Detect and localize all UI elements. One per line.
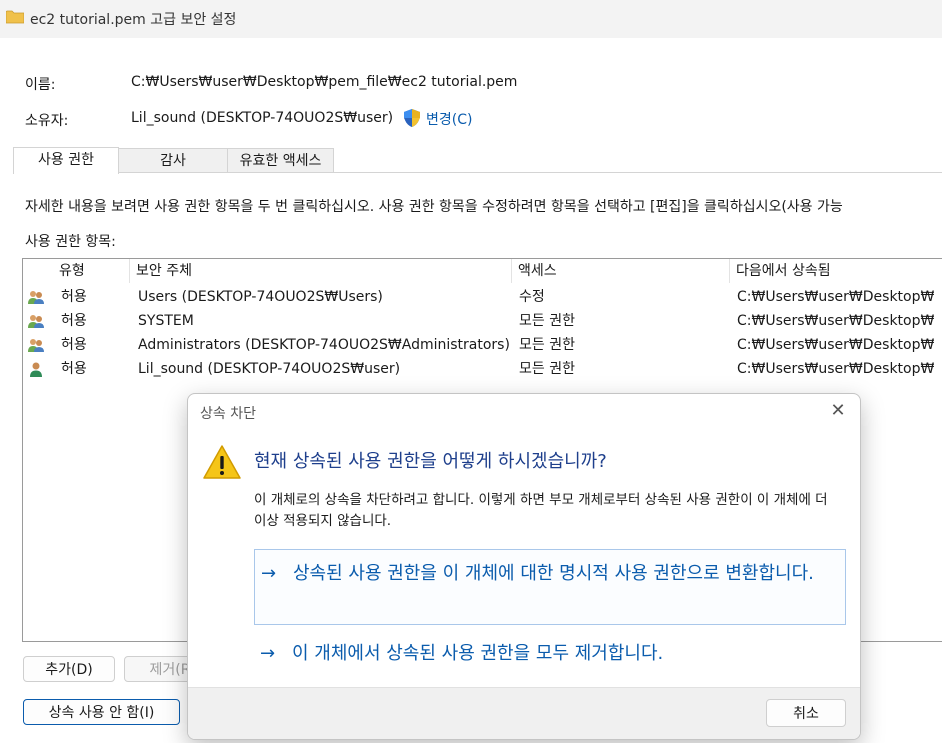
group-user-icon — [28, 291, 44, 304]
tab-permissions[interactable]: 사용 권한 — [13, 147, 119, 174]
folder-icon — [6, 10, 24, 24]
block-inheritance-dialog: 상속 차단 ✕ 현재 상속된 사용 권한을 어떻게 하시겠습니까? 이 개체로의… — [187, 393, 861, 740]
name-value: C:₩Users₩user₩Desktop₩pem_file₩ec2 tutor… — [131, 74, 518, 90]
entry-type: 허용 — [61, 361, 87, 377]
title-bar: ec2 tutorial.pem 고급 보안 설정 — [0, 0, 942, 38]
entry-type: 허용 — [61, 337, 87, 353]
table-row[interactable]: 허용 Administrators (DESKTOP-74OUO2S₩Admin… — [23, 333, 942, 357]
change-owner-link[interactable]: 변경(C) — [426, 109, 472, 129]
column-header-access[interactable]: 액세스 — [512, 259, 730, 283]
convert-permissions-option[interactable]: → 상속된 사용 권한을 이 개체에 대한 명시적 사용 권한으로 변환합니다. — [254, 549, 846, 625]
entry-principal: SYSTEM — [138, 313, 194, 329]
dialog-footer: 취소 — [188, 687, 860, 739]
instructions-text: 자세한 내용을 보려면 사용 권한 항목을 두 번 클릭하십시오. 사용 권한 … — [25, 199, 843, 215]
warning-icon — [203, 445, 241, 479]
entry-access: 수정 — [519, 289, 545, 305]
tab-auditing[interactable]: 감사 — [117, 148, 229, 173]
entry-principal: Lil_sound (DESKTOP-74OUO2S₩user) — [138, 361, 401, 377]
dialog-title: 상속 차단 — [200, 406, 256, 422]
remove-permissions-label: 이 개체에서 상속된 사용 권한을 모두 제거합니다. — [292, 643, 664, 664]
entries-label: 사용 권한 항목: — [25, 234, 116, 250]
group-user-icon — [28, 339, 44, 352]
convert-permissions-label: 상속된 사용 권한을 이 개체에 대한 명시적 사용 권한으로 변환합니다. — [293, 563, 814, 584]
uac-shield-icon — [404, 109, 420, 127]
entry-inherited-from: C:₩Users₩user₩Desktop₩ — [737, 337, 935, 353]
single-user-icon — [30, 362, 42, 377]
arrow-right-icon: → — [261, 563, 277, 584]
entry-access: 모든 권한 — [519, 361, 575, 377]
entry-principal: Administrators (DESKTOP-74OUO2S₩Administ… — [138, 337, 510, 353]
entry-inherited-from: C:₩Users₩user₩Desktop₩ — [737, 289, 935, 305]
arrow-right-icon: → — [260, 643, 276, 664]
entry-access: 모든 권한 — [519, 313, 575, 329]
owner-label: 소유자: — [25, 113, 69, 129]
group-user-icon — [28, 315, 44, 328]
dialog-body-text: 이 개체로의 상속을 차단하려고 합니다. 이렇게 하면 부모 개체로부터 상속… — [254, 492, 828, 529]
remove-permissions-option[interactable]: → 이 개체에서 상속된 사용 권한을 모두 제거합니다. — [254, 630, 846, 672]
table-row[interactable]: 허용 Users (DESKTOP-74OUO2S₩Users) 수정 C:₩U… — [23, 285, 942, 309]
dialog-heading: 현재 상속된 사용 권한을 어떻게 하시겠습니까? — [254, 451, 607, 472]
column-header-inherited-from[interactable]: 다음에서 상속됨 — [730, 259, 942, 283]
entry-access: 모든 권한 — [519, 337, 575, 353]
table-row[interactable]: 허용 SYSTEM 모든 권한 C:₩Users₩user₩Desktop₩ — [23, 309, 942, 333]
entry-type: 허용 — [61, 289, 87, 305]
entry-inherited-from: C:₩Users₩user₩Desktop₩ — [737, 313, 935, 329]
owner-value: Lil_sound (DESKTOP-74OUO2S₩user) — [131, 110, 394, 126]
add-button[interactable]: 추가(D) — [23, 656, 115, 682]
table-row[interactable]: 허용 Lil_sound (DESKTOP-74OUO2S₩user) 모든 권… — [23, 357, 942, 381]
column-header-type[interactable]: 유형 — [53, 259, 130, 283]
cancel-button[interactable]: 취소 — [766, 699, 846, 727]
window-title: ec2 tutorial.pem 고급 보안 설정 — [30, 12, 237, 28]
entry-inherited-from: C:₩Users₩user₩Desktop₩ — [737, 361, 935, 377]
disable-inheritance-button[interactable]: 상속 사용 안 함(I) — [23, 699, 180, 725]
name-label: 이름: — [25, 77, 56, 93]
tab-effective-access[interactable]: 유효한 액세스 — [227, 148, 334, 173]
entry-principal: Users (DESKTOP-74OUO2S₩Users) — [138, 289, 383, 305]
close-icon[interactable]: ✕ — [826, 400, 850, 424]
column-header-principal[interactable]: 보안 주체 — [130, 259, 512, 283]
tab-divider — [13, 172, 942, 173]
entry-type: 허용 — [61, 313, 87, 329]
